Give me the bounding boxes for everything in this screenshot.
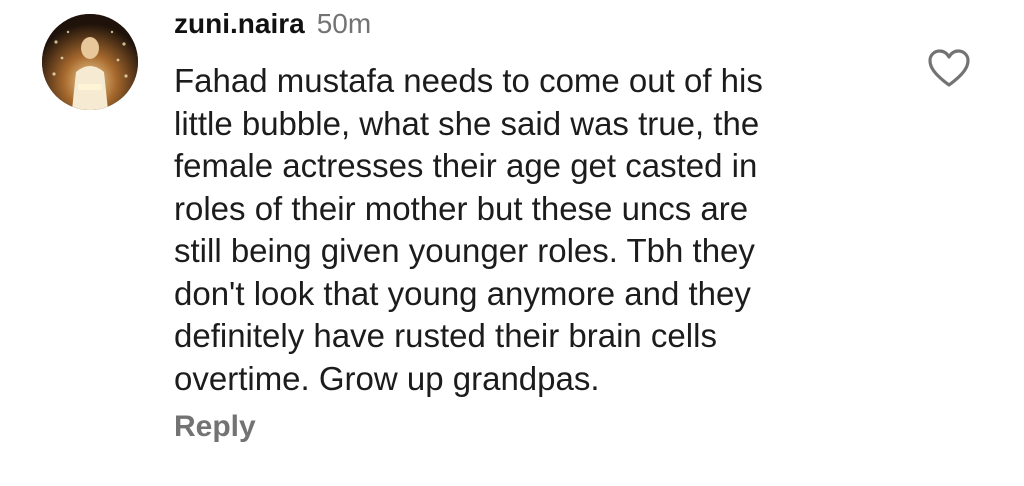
reply-button[interactable]: Reply bbox=[174, 410, 256, 444]
timestamp: 50m bbox=[316, 8, 372, 39]
comment-line: definitely have rusted their brain cells bbox=[174, 317, 717, 354]
username-link[interactable]: zuni.naira bbox=[174, 8, 305, 40]
comment-line: overtime. Grow up grandpas. bbox=[174, 359, 600, 397]
like-button[interactable] bbox=[928, 49, 970, 89]
avatar-image bbox=[42, 14, 138, 110]
comment-header: zuni.naira 50m bbox=[174, 8, 371, 40]
comment-line: still being given younger roles. Tbh the… bbox=[174, 232, 755, 269]
comment-line: little bubble, what she said was true, t… bbox=[174, 104, 760, 142]
comment-line: roles of their mother but these uncs are bbox=[174, 189, 749, 227]
comment-line: don't look that young anymore and they bbox=[174, 274, 751, 312]
avatar[interactable] bbox=[42, 14, 138, 110]
comment-line: Fahad mustafa needs to come out of his bbox=[174, 62, 763, 99]
comment-line: female actresses their age get casted in bbox=[174, 147, 758, 184]
heart-outline-icon bbox=[928, 49, 970, 87]
comment-text: Fahad mustafa needs to come out of his l… bbox=[174, 60, 914, 400]
